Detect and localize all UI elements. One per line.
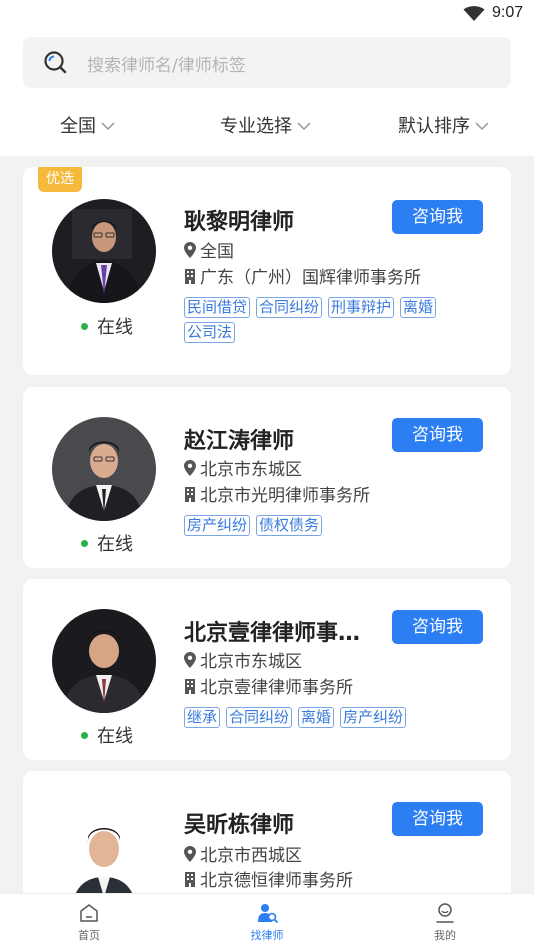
consult-button[interactable]: 咨询我 xyxy=(392,802,483,836)
lawyer-firm: 北京德恒律师事务所 xyxy=(184,866,353,891)
search-icon xyxy=(44,51,67,74)
lawyer-region: 北京市东城区 xyxy=(184,455,302,480)
firm-text: 北京德恒律师事务所 xyxy=(200,871,353,891)
status-bar: 9:07 xyxy=(0,0,534,28)
region-text: 北京市东城区 xyxy=(200,460,302,480)
practice-tags: 继承 合同纠纷 离婚 房产纠纷 xyxy=(184,707,474,728)
practice-tag: 合同纠纷 xyxy=(256,297,323,318)
practice-tag: 刑事辩护 xyxy=(328,297,395,318)
lawyer-region: 全国 xyxy=(184,237,234,262)
tab-home[interactable]: 首页 xyxy=(54,902,124,943)
building-icon xyxy=(185,871,195,887)
consult-button[interactable]: 咨询我 xyxy=(392,200,483,234)
lawyer-region: 北京市东城区 xyxy=(184,647,302,672)
lawyer-card[interactable]: 优选 在线 耿黎明律师 咨询我 全国 广东（广州）国辉律师事务所 民间借贷 合同… xyxy=(23,167,511,375)
lawyer-avatar xyxy=(52,199,156,303)
tab-profile-label: 我的 xyxy=(434,929,456,942)
search-bar[interactable]: 搜索律师名/律师标签 xyxy=(23,37,511,88)
profile-icon xyxy=(436,903,454,923)
location-pin-icon xyxy=(184,651,196,668)
practice-tag: 合同纠纷 xyxy=(226,707,293,728)
location-pin-icon xyxy=(184,241,196,258)
firm-text: 广东（广州）国辉律师事务所 xyxy=(200,268,421,288)
online-label: 在线 xyxy=(97,726,133,747)
header: 搜索律师名/律师标签 全国 专业选择 默认排序 xyxy=(0,28,534,156)
building-icon xyxy=(185,268,195,284)
clock: 9:07 xyxy=(492,4,524,21)
region-text: 全国 xyxy=(200,242,234,262)
practice-tag: 离婚 xyxy=(298,707,335,728)
lawyer-name: 赵江涛律师 xyxy=(184,429,295,454)
online-dot xyxy=(81,322,88,330)
lawyer-region: 北京市西城区 xyxy=(184,841,302,866)
home-icon xyxy=(80,904,98,922)
chevron-down-icon xyxy=(297,121,311,130)
building-icon xyxy=(185,486,195,502)
practice-tag: 房产纠纷 xyxy=(184,515,251,536)
filter-region[interactable]: 全国 xyxy=(60,112,115,138)
find-lawyer-icon xyxy=(258,904,278,923)
tab-home-label: 首页 xyxy=(78,929,100,942)
practice-tag: 继承 xyxy=(184,707,221,728)
wifi-icon xyxy=(463,6,485,21)
region-text: 北京市东城区 xyxy=(200,652,302,672)
tab-find-lawyer-label: 找律师 xyxy=(250,929,284,942)
online-status: 在线 xyxy=(81,722,133,748)
lawyer-name: 吴昕栋律师 xyxy=(184,813,295,838)
online-dot xyxy=(81,539,88,547)
firm-text: 北京壹律律师事务所 xyxy=(200,678,353,698)
consult-button[interactable]: 咨询我 xyxy=(392,418,483,452)
lawyer-card[interactable]: 在线 北京壹律律师事… 咨询我 北京市东城区 北京壹律律师事务所 继承 合同纠纷… xyxy=(23,579,511,760)
filter-specialty[interactable]: 专业选择 xyxy=(220,112,311,138)
practice-tags: 房产纠纷 债权债务 xyxy=(184,515,474,536)
practice-tag: 民间借贷 xyxy=(184,297,251,318)
bottom-tab-bar: 首页 找律师 我的 xyxy=(0,893,534,949)
lawyer-card[interactable]: 在线 赵江涛律师 咨询我 北京市东城区 北京市光明律师事务所 房产纠纷 债权债务 xyxy=(23,387,511,568)
lawyer-firm: 广东（广州）国辉律师事务所 xyxy=(184,263,421,288)
lawyer-avatar xyxy=(52,417,156,521)
lawyer-name: 北京壹律律师事… xyxy=(184,621,361,646)
filter-region-label: 全国 xyxy=(60,116,96,137)
consult-button[interactable]: 咨询我 xyxy=(392,610,483,644)
lawyer-firm: 北京壹律律师事务所 xyxy=(184,673,353,698)
lawyer-firm: 北京市光明律师事务所 xyxy=(184,481,370,506)
practice-tag: 房产纠纷 xyxy=(340,707,407,728)
building-icon xyxy=(185,678,195,694)
search-placeholder: 搜索律师名/律师标签 xyxy=(87,56,246,76)
region-text: 北京市西城区 xyxy=(200,846,302,866)
featured-badge: 优选 xyxy=(38,167,82,192)
location-pin-icon xyxy=(184,459,196,476)
chevron-down-icon xyxy=(475,121,489,130)
online-label: 在线 xyxy=(97,317,133,338)
filter-specialty-label: 专业选择 xyxy=(220,116,292,137)
practice-tags: 民间借贷 合同纠纷 刑事辩护 离婚 公司法 xyxy=(184,297,474,343)
tab-profile[interactable]: 我的 xyxy=(410,902,480,943)
location-pin-icon xyxy=(184,845,196,862)
online-status: 在线 xyxy=(81,530,133,556)
online-status: 在线 xyxy=(81,313,133,339)
lawyer-avatar xyxy=(52,801,156,905)
online-label: 在线 xyxy=(97,534,133,555)
chevron-down-icon xyxy=(101,121,115,130)
tab-find-lawyer[interactable]: 找律师 xyxy=(232,902,302,943)
lawyer-avatar xyxy=(52,609,156,713)
online-dot xyxy=(81,731,88,739)
firm-text: 北京市光明律师事务所 xyxy=(200,486,370,506)
practice-tag: 债权债务 xyxy=(256,515,323,536)
practice-tag: 公司法 xyxy=(184,322,236,343)
practice-tag: 离婚 xyxy=(400,297,437,318)
filter-sort-label: 默认排序 xyxy=(398,116,470,137)
filter-sort[interactable]: 默认排序 xyxy=(398,112,489,138)
lawyer-name: 耿黎明律师 xyxy=(184,210,295,235)
